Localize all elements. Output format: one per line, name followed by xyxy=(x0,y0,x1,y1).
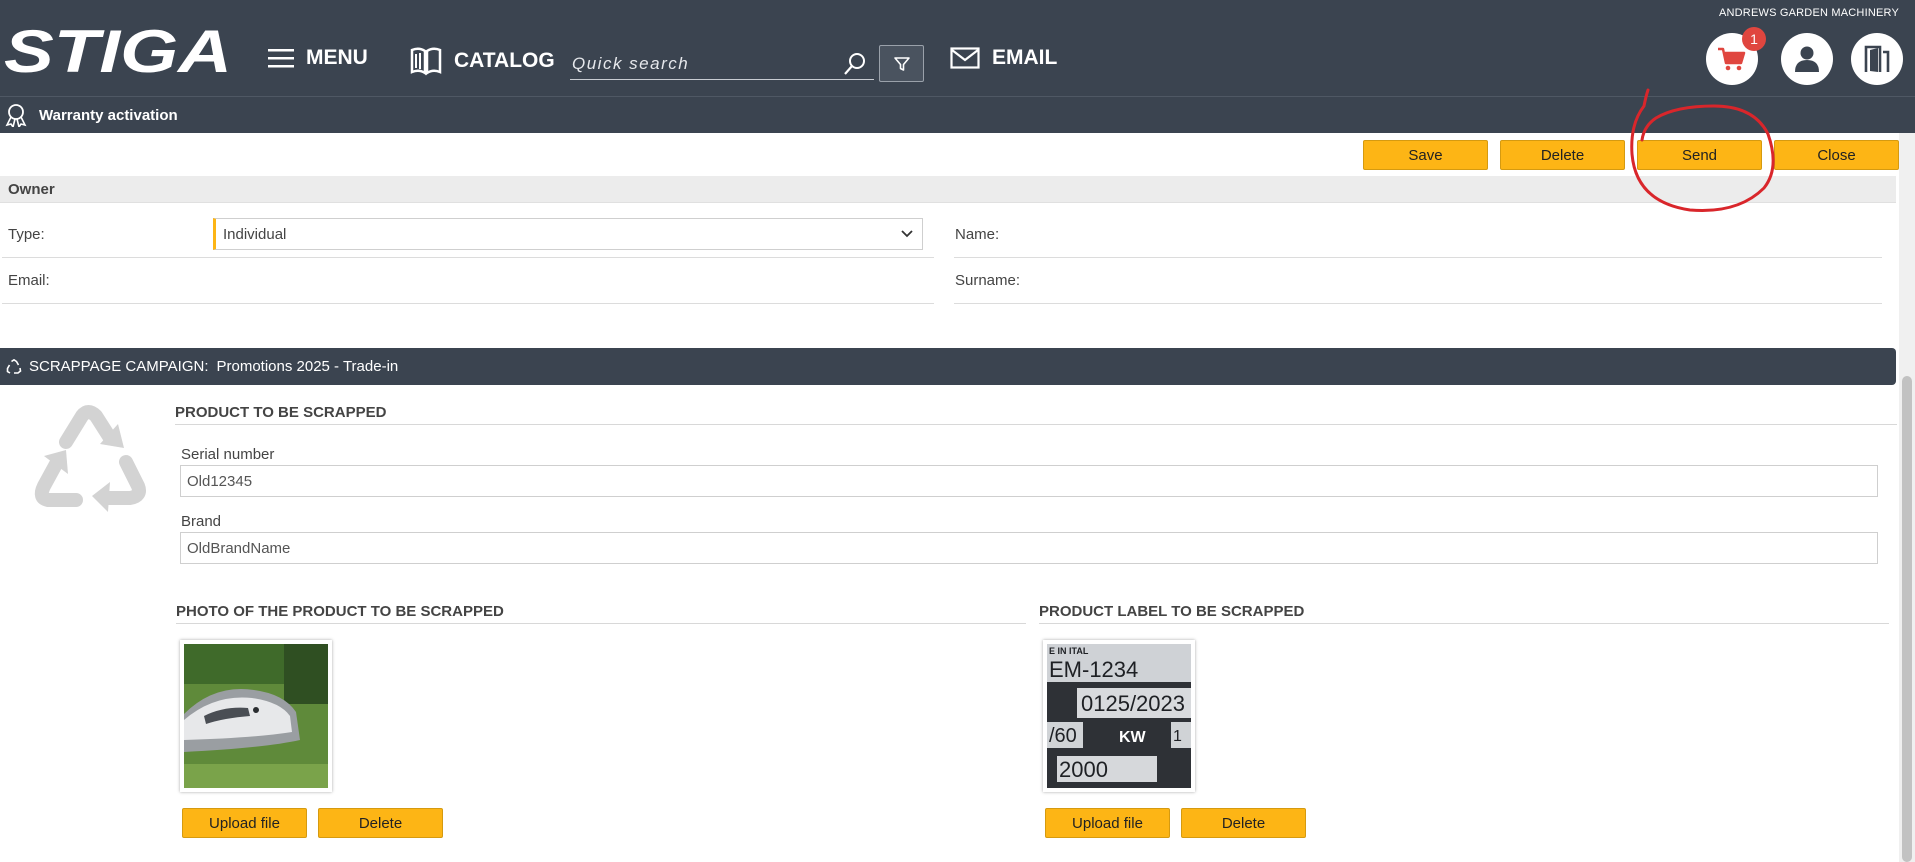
quick-search xyxy=(570,48,874,80)
email-nav[interactable]: EMAIL xyxy=(950,46,1057,70)
photo-upload-button[interactable]: Upload file xyxy=(182,808,307,838)
stiga-logo[interactable]: STIGA xyxy=(4,22,236,78)
label-delete-button[interactable]: Delete xyxy=(1181,808,1306,838)
svg-text:0125/2023: 0125/2023 xyxy=(1081,691,1185,716)
photo-section-header: PHOTO OF THE PRODUCT TO BE SCRAPPED xyxy=(176,603,1026,624)
label-photo-image: E IN ITAL EM-1234 0125/2023 /60 1 2000 K… xyxy=(1047,644,1191,788)
search-input[interactable] xyxy=(570,53,842,74)
user-icon xyxy=(1795,46,1819,72)
type-label: Type: xyxy=(8,226,45,243)
company-name: ANDREWS GARDEN MACHINERY xyxy=(1718,7,1899,19)
scrollbar-thumb[interactable] xyxy=(1902,376,1912,862)
svg-text:EM-1234: EM-1234 xyxy=(1049,657,1138,682)
recycle-large-icon xyxy=(34,405,146,512)
book-icon xyxy=(410,47,442,76)
delete-button[interactable]: Delete xyxy=(1500,140,1625,170)
close-button[interactable]: Close xyxy=(1774,140,1899,170)
logout-door-icon xyxy=(1864,45,1890,72)
catalog-nav[interactable]: CATALOG xyxy=(410,46,555,76)
cart-count-badge: 1 xyxy=(1742,27,1766,51)
surname-row xyxy=(954,258,1882,304)
filter-icon xyxy=(893,56,910,71)
mower-photo-image xyxy=(184,644,328,788)
label-upload-button[interactable]: Upload file xyxy=(1045,808,1170,838)
product-photo-thumbnail[interactable] xyxy=(180,640,332,792)
serial-number-input[interactable]: Old12345 xyxy=(180,465,1878,497)
campaign-value: Promotions 2025 - Trade-in xyxy=(216,358,399,375)
type-select[interactable]: Individual xyxy=(213,218,923,250)
envelope-icon xyxy=(950,47,980,69)
svg-text:/60: /60 xyxy=(1049,725,1077,747)
email-row xyxy=(2,258,934,304)
email-label: Email: xyxy=(8,272,50,289)
surname-label: Surname: xyxy=(955,272,1021,289)
logout-button[interactable] xyxy=(1851,33,1903,85)
owner-section-header: Owner xyxy=(0,176,1896,203)
brand-input[interactable]: OldBrandName xyxy=(180,532,1878,564)
menu-nav[interactable]: MENU xyxy=(268,46,368,70)
photo-delete-button[interactable]: Delete xyxy=(318,808,443,838)
warranty-activation-bar: Warranty activation xyxy=(0,96,1915,133)
user-account-button[interactable] xyxy=(1781,33,1833,85)
search-icon[interactable] xyxy=(842,51,868,77)
type-selected-value: Individual xyxy=(223,225,287,243)
catalog-label: CATALOG xyxy=(454,49,555,72)
brand-label: Brand xyxy=(181,513,222,530)
cart-icon xyxy=(1718,47,1746,71)
email-label: EMAIL xyxy=(992,46,1058,69)
product-label-thumbnail[interactable]: E IN ITAL EM-1234 0125/2023 /60 1 2000 K… xyxy=(1043,640,1195,792)
name-row xyxy=(954,212,1882,258)
menu-label: MENU xyxy=(306,46,368,69)
svg-text:KW: KW xyxy=(1119,729,1147,746)
scrappage-campaign-bar: SCRAPPAGE CAMPAIGN: Promotions 2025 - Tr… xyxy=(0,348,1896,385)
recycle-icon xyxy=(6,358,22,374)
product-to-scrap-header: PRODUCT TO BE SCRAPPED xyxy=(175,404,1897,425)
svg-text:STIGA: STIGA xyxy=(4,22,232,78)
award-ribbon-icon xyxy=(5,104,27,127)
hamburger-icon xyxy=(268,49,294,68)
send-button[interactable]: Send xyxy=(1637,140,1762,170)
chevron-down-icon xyxy=(901,230,913,238)
name-label: Name: xyxy=(955,226,1000,243)
serial-number-label: Serial number xyxy=(181,446,275,463)
label-section-header: PRODUCT LABEL TO BE SCRAPPED xyxy=(1039,603,1889,624)
filter-button[interactable] xyxy=(879,45,924,82)
top-header: ANDREWS GARDEN MACHINERY STIGA MENU CATA… xyxy=(0,0,1915,96)
save-button[interactable]: Save xyxy=(1363,140,1488,170)
svg-text:1: 1 xyxy=(1173,728,1182,745)
svg-text:E IN ITAL: E IN ITAL xyxy=(1049,646,1089,656)
campaign-label: SCRAPPAGE CAMPAIGN: xyxy=(29,358,209,375)
page-title: Warranty activation xyxy=(39,106,178,124)
svg-text:2000: 2000 xyxy=(1059,757,1108,782)
